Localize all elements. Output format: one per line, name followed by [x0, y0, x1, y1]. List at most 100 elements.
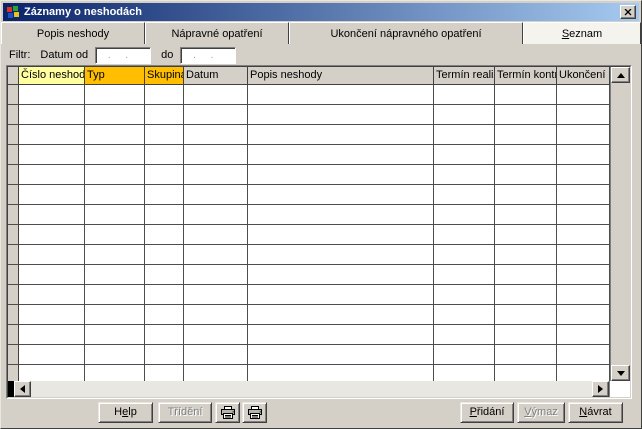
column-header[interactable]: Termín realizac [434, 67, 495, 85]
table-row[interactable] [8, 265, 610, 285]
table-cell[interactable] [85, 345, 145, 365]
table-cell[interactable] [557, 245, 610, 265]
table-row[interactable] [8, 145, 610, 165]
column-header[interactable]: Datum [184, 67, 248, 85]
table-cell[interactable] [145, 125, 184, 145]
row-selector[interactable] [8, 125, 19, 145]
table-cell[interactable] [184, 305, 248, 325]
table-cell[interactable] [495, 305, 557, 325]
table-cell[interactable] [145, 165, 184, 185]
table-cell[interactable] [184, 225, 248, 245]
table-cell[interactable] [434, 285, 495, 305]
table-cell[interactable] [19, 85, 85, 105]
selector-column-header[interactable] [8, 67, 19, 85]
row-selector[interactable] [8, 185, 19, 205]
table-cell[interactable] [495, 125, 557, 145]
table-cell[interactable] [145, 345, 184, 365]
vertical-scrollbar-track[interactable] [611, 83, 630, 365]
navrat-button[interactable]: Návrat [568, 401, 623, 423]
table-cell[interactable] [145, 105, 184, 125]
row-selector[interactable] [8, 325, 19, 345]
scroll-left-button[interactable] [14, 381, 31, 397]
table-cell[interactable] [85, 165, 145, 185]
table-cell[interactable] [495, 285, 557, 305]
table-cell[interactable] [434, 165, 495, 185]
table-cell[interactable] [184, 245, 248, 265]
table-cell[interactable] [184, 205, 248, 225]
row-selector[interactable] [8, 365, 19, 381]
table-cell[interactable] [248, 205, 434, 225]
row-selector[interactable] [8, 165, 19, 185]
table-cell[interactable] [19, 225, 85, 245]
table-cell[interactable] [85, 325, 145, 345]
row-selector[interactable] [8, 145, 19, 165]
table-cell[interactable] [19, 205, 85, 225]
table-cell[interactable] [19, 345, 85, 365]
table-cell[interactable] [145, 185, 184, 205]
row-selector[interactable] [8, 225, 19, 245]
row-selector[interactable] [8, 265, 19, 285]
table-cell[interactable] [495, 85, 557, 105]
print-button-2[interactable] [242, 401, 267, 423]
table-cell[interactable] [184, 325, 248, 345]
table-cell[interactable] [85, 205, 145, 225]
table-cell[interactable] [495, 245, 557, 265]
table-cell[interactable] [495, 225, 557, 245]
table-cell[interactable] [145, 205, 184, 225]
scroll-right-button[interactable] [592, 381, 609, 397]
table-cell[interactable] [557, 85, 610, 105]
table-cell[interactable] [434, 225, 495, 245]
table-cell[interactable] [248, 85, 434, 105]
row-selector[interactable] [8, 85, 19, 105]
table-cell[interactable] [248, 145, 434, 165]
table-cell[interactable] [19, 185, 85, 205]
tab-popis-neshody[interactable]: Popis neshody [1, 22, 145, 44]
table-cell[interactable] [248, 265, 434, 285]
column-header[interactable]: Skupina [145, 67, 184, 85]
table-cell[interactable] [85, 305, 145, 325]
row-selector[interactable] [8, 305, 19, 325]
table-cell[interactable] [85, 185, 145, 205]
tab-seznam[interactable]: Seznam [523, 22, 641, 44]
table-cell[interactable] [495, 165, 557, 185]
table-cell[interactable] [145, 145, 184, 165]
table-cell[interactable] [434, 305, 495, 325]
table-cell[interactable] [434, 265, 495, 285]
table-row[interactable] [8, 345, 610, 365]
column-header[interactable]: Číslo neshody [19, 67, 85, 85]
table-row[interactable] [8, 205, 610, 225]
table-cell[interactable] [557, 365, 610, 381]
table-cell[interactable] [557, 185, 610, 205]
column-header[interactable]: Typ [85, 67, 145, 85]
table-cell[interactable] [85, 145, 145, 165]
table-cell[interactable] [85, 105, 145, 125]
table-cell[interactable] [434, 125, 495, 145]
table-cell[interactable] [248, 345, 434, 365]
table-cell[interactable] [495, 145, 557, 165]
table-cell[interactable] [85, 125, 145, 145]
table-cell[interactable] [145, 305, 184, 325]
vertical-scrollbar[interactable] [610, 67, 630, 381]
table-cell[interactable] [557, 205, 610, 225]
table-cell[interactable] [557, 265, 610, 285]
table-cell[interactable] [248, 125, 434, 145]
table-cell[interactable] [145, 85, 184, 105]
table-cell[interactable] [248, 305, 434, 325]
tab-napravne-opatreni[interactable]: Nápravné opatření [145, 22, 289, 44]
scroll-up-button[interactable] [611, 67, 630, 83]
table-cell[interactable] [248, 245, 434, 265]
trideni-button[interactable]: Třídění [158, 401, 212, 423]
table-cell[interactable] [19, 305, 85, 325]
table-cell[interactable] [248, 225, 434, 245]
date-from-input[interactable] [95, 46, 152, 64]
print-button-1[interactable] [215, 401, 240, 423]
table-cell[interactable] [184, 145, 248, 165]
table-cell[interactable] [434, 345, 495, 365]
table-cell[interactable] [184, 285, 248, 305]
table-cell[interactable] [495, 185, 557, 205]
table-cell[interactable] [19, 365, 85, 381]
table-cell[interactable] [434, 105, 495, 125]
table-cell[interactable] [248, 105, 434, 125]
table-cell[interactable] [85, 225, 145, 245]
table-cell[interactable] [557, 105, 610, 125]
